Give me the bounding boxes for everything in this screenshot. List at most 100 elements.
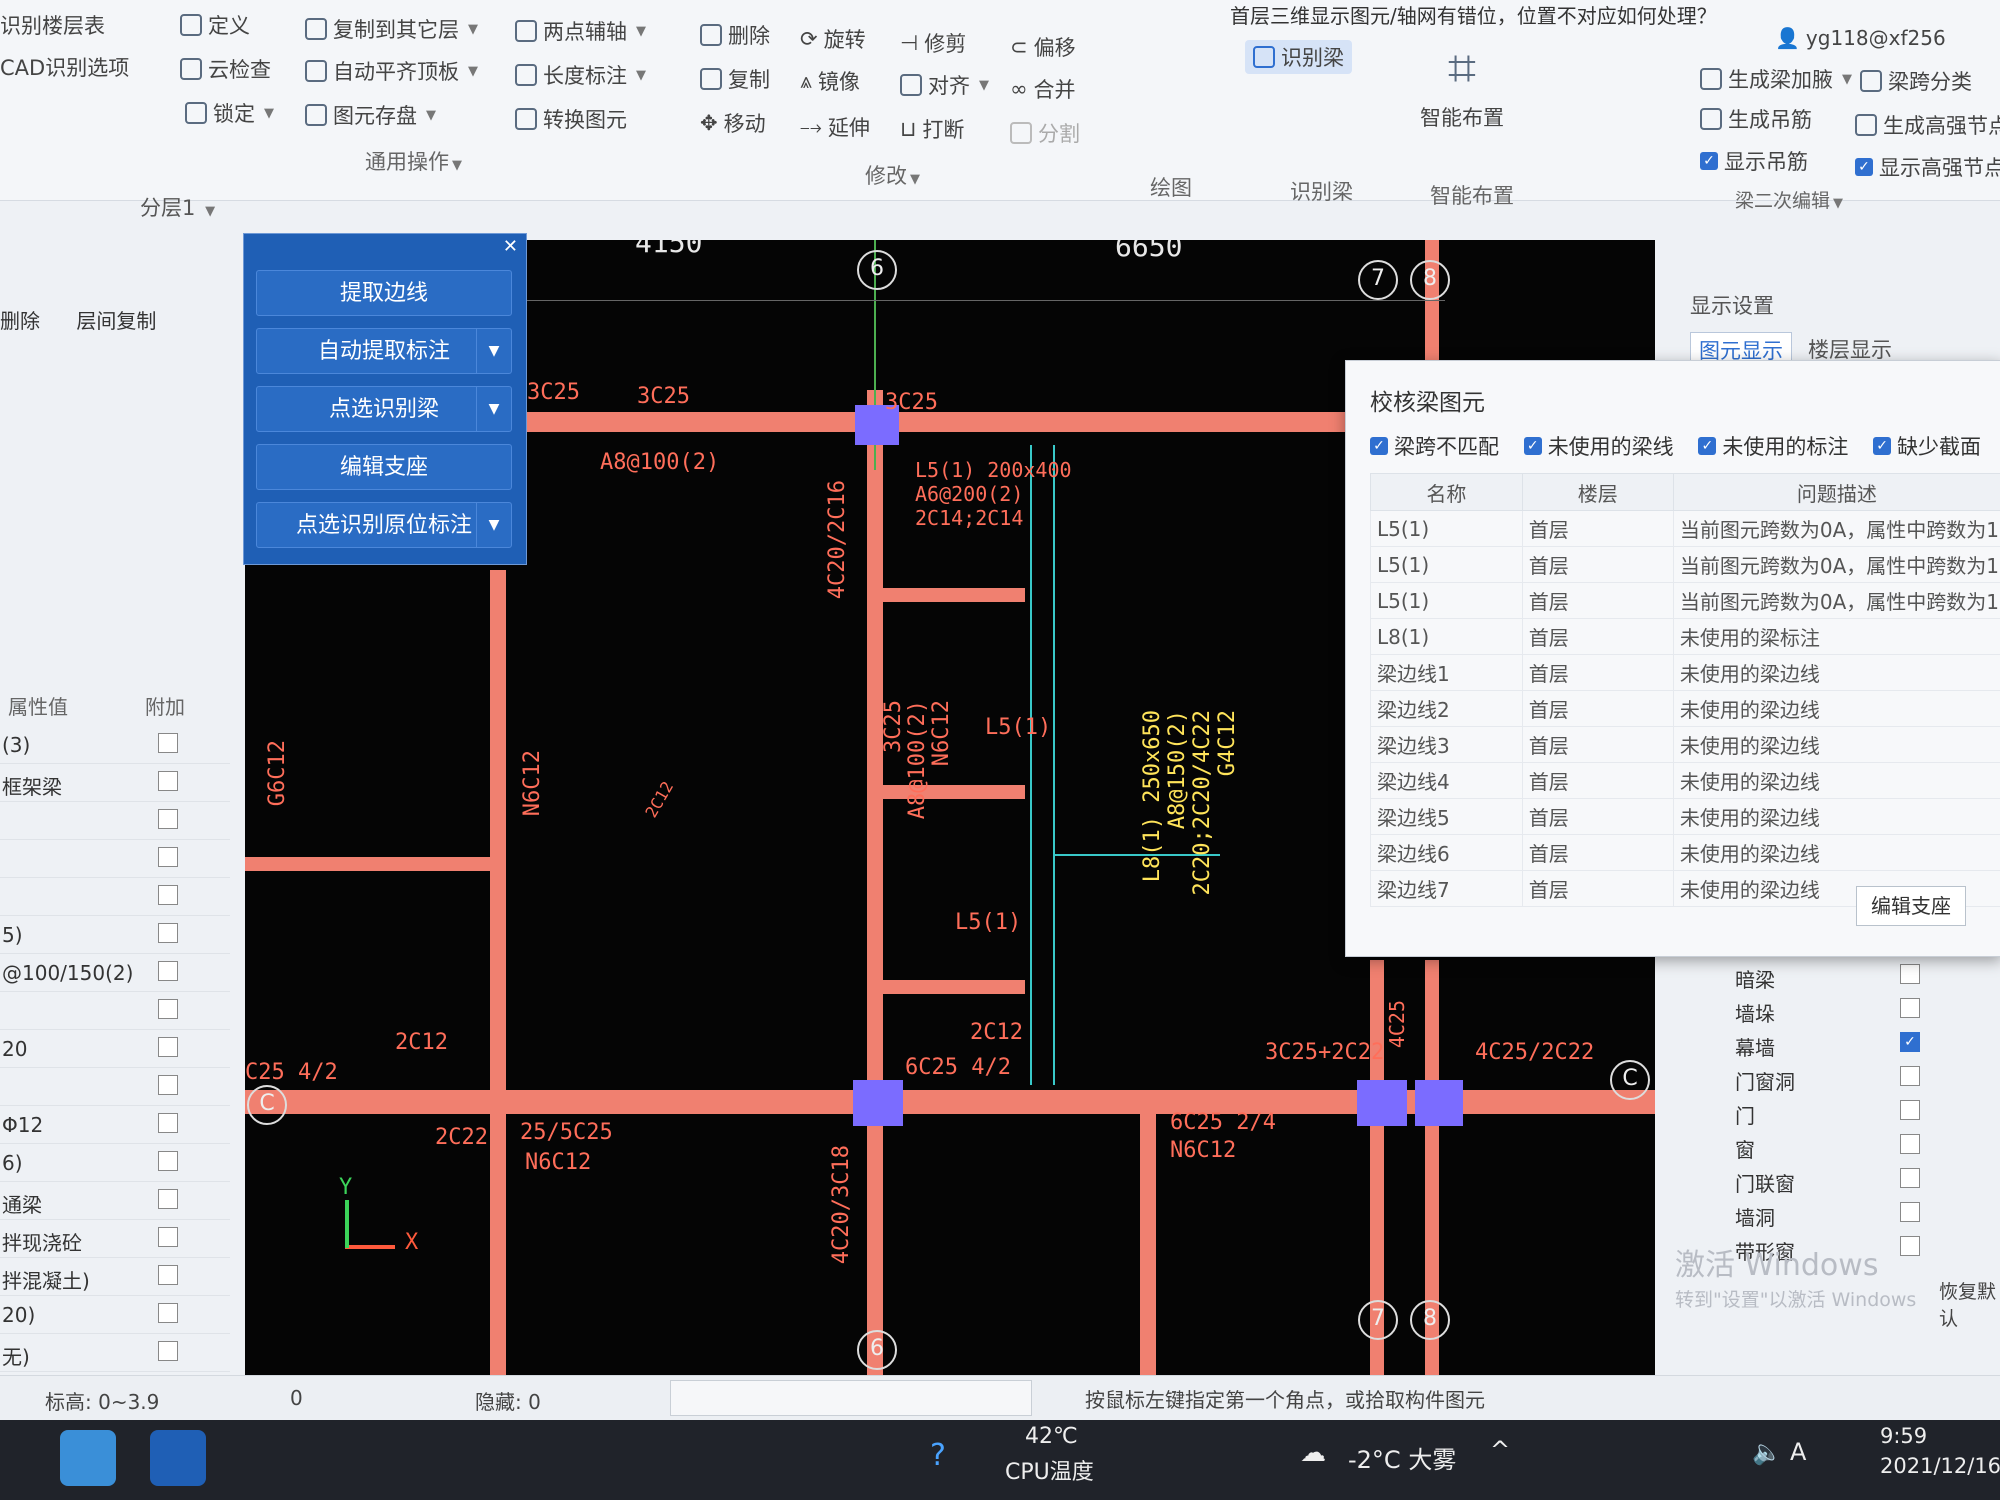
beam-annotation[interactable]: N6C12: [525, 1150, 591, 1175]
extra-checkbox[interactable]: [158, 1303, 178, 1323]
extend-button[interactable]: ⤍ 延伸: [800, 112, 870, 142]
extra-checkbox[interactable]: [158, 1227, 178, 1247]
beam-annotation[interactable]: 4C25: [1385, 1000, 1409, 1048]
lock-button[interactable]: 锁定 ▼: [185, 98, 274, 128]
prop-row[interactable]: Φ12: [0, 1105, 230, 1144]
column-7c[interactable]: [1357, 1080, 1407, 1126]
show-hs-node-toggle[interactable]: ✓ 显示高强节点: [1855, 152, 2000, 182]
l8-annotation-line1[interactable]: L8(1) 250x650: [1140, 710, 1165, 882]
extract-edge-button[interactable]: 提取边线: [256, 270, 512, 316]
chevron-down-icon[interactable]: ▼: [476, 387, 511, 431]
group-beam-secondary-edit[interactable]: 梁二次编辑 ▼: [1735, 186, 1843, 213]
extra-checkbox[interactable]: [158, 961, 178, 981]
volume-icon[interactable]: 🔈: [1752, 1438, 1782, 1466]
beam-l5-2[interactable]: [875, 785, 1025, 799]
copy-between-floors-button[interactable]: 层间复制: [76, 309, 156, 333]
display-row[interactable]: 窗: [1660, 1130, 2000, 1164]
beam-annotation[interactable]: 2C14;2C14: [915, 506, 1023, 530]
length-dimension-button[interactable]: 长度标注 ▼: [515, 60, 646, 90]
prop-row[interactable]: 20): [0, 1295, 230, 1334]
layer-select[interactable]: 分层1 ▼: [140, 192, 215, 222]
beam-annotation[interactable]: 4C25/2C22: [1475, 1040, 1594, 1065]
column-6c[interactable]: [853, 1080, 903, 1126]
beam-annotation[interactable]: L5(1): [955, 910, 1021, 935]
checkbox-icon[interactable]: [1900, 1134, 1920, 1154]
extra-checkbox[interactable]: [158, 1037, 178, 1057]
option-unused-annotation[interactable]: ✓ 未使用的标注: [1698, 431, 1848, 461]
close-icon[interactable]: ✕: [503, 236, 518, 257]
beam-annotation[interactable]: 4C20/3C18: [829, 1145, 854, 1264]
beam-annotation[interactable]: 4C20/2C16: [825, 480, 850, 599]
beam-annotation[interactable]: 2C12: [641, 778, 677, 821]
option-unused-beam-line[interactable]: ✓ 未使用的梁线: [1523, 431, 1674, 461]
table-row[interactable]: 梁边线1 首层 未使用的梁边线: [1370, 654, 2000, 691]
column-header-description[interactable]: 问题描述: [1672, 473, 2000, 511]
extra-checkbox[interactable]: [158, 923, 178, 943]
beam-annotation[interactable]: L5(1): [985, 715, 1051, 740]
group-modify[interactable]: 修改 ▼: [865, 160, 920, 190]
identify-floor-table-button[interactable]: 识别楼层表: [0, 10, 105, 40]
beam-annotation[interactable]: A6@200(2): [915, 482, 1023, 506]
checkbox-icon[interactable]: [1900, 1100, 1920, 1120]
option-span-mismatch[interactable]: ✓ 梁跨不匹配: [1370, 431, 1499, 461]
column-8c[interactable]: [1415, 1080, 1463, 1126]
delete-button[interactable]: 删除: [700, 20, 770, 50]
left-delete-button[interactable]: 删除: [0, 309, 40, 333]
prop-row[interactable]: 5): [0, 915, 230, 954]
move-button[interactable]: ✥ 移动: [700, 108, 766, 138]
copy-button[interactable]: 复制: [700, 64, 770, 94]
extra-checkbox[interactable]: [158, 1341, 178, 1361]
user-account[interactable]: 👤 yg118@xf256: [1775, 26, 1946, 50]
align-button[interactable]: 对齐 ▼: [900, 70, 989, 100]
beam-annotation[interactable]: 3C25: [637, 384, 690, 409]
prop-row[interactable]: [0, 839, 230, 878]
beam-annotation[interactable]: G6C12: [265, 740, 290, 806]
prop-row[interactable]: 拌混凝土): [0, 1257, 230, 1296]
extra-checkbox[interactable]: [158, 847, 178, 867]
split-button[interactable]: 分割: [1010, 118, 1080, 148]
app-glodon-icon[interactable]: [150, 1430, 206, 1486]
prop-row[interactable]: 20: [0, 1029, 230, 1068]
display-row[interactable]: 墙垛: [1660, 994, 2000, 1028]
prop-row[interactable]: [0, 1067, 230, 1106]
beam-annotation[interactable]: C25 4/2: [245, 1060, 338, 1085]
convert-element-button[interactable]: 转换图元: [515, 104, 627, 134]
checkbox-icon[interactable]: [1900, 964, 1920, 984]
app-t-icon[interactable]: [60, 1430, 116, 1486]
chevron-up-icon[interactable]: ^: [1490, 1436, 1510, 1464]
rotate-button[interactable]: ⟳ 旋转: [800, 24, 866, 54]
beam-annotation[interactable]: 3C25: [527, 380, 580, 405]
checkbox-icon[interactable]: [1900, 1202, 1920, 1222]
group-general-ops[interactable]: 通用操作 ▼: [365, 146, 462, 176]
help-icon[interactable]: ?: [930, 1438, 946, 1473]
extra-checkbox[interactable]: [158, 885, 178, 905]
checkbox-icon[interactable]: [1900, 998, 1920, 1018]
prop-row[interactable]: [0, 801, 230, 840]
table-row[interactable]: 梁边线6 首层 未使用的梁边线: [1370, 834, 2000, 871]
save-element-button[interactable]: 图元存盘 ▼: [305, 100, 436, 130]
chevron-down-icon[interactable]: ▼: [476, 503, 511, 547]
trim-button[interactable]: ⊣ 修剪: [900, 28, 966, 58]
ime-indicator[interactable]: A: [1790, 1438, 1806, 1466]
display-row[interactable]: 幕墙 ✓: [1660, 1028, 2000, 1062]
beam-l5-1[interactable]: [875, 588, 1025, 602]
edit-support-dialog-button[interactable]: 编辑支座: [1856, 886, 1966, 926]
merge-button[interactable]: ∞ 合并: [1010, 74, 1076, 104]
display-row[interactable]: 墙洞: [1660, 1198, 2000, 1232]
beam-annotation[interactable]: 3C25: [881, 700, 906, 753]
edit-support-button[interactable]: 编辑支座: [256, 444, 512, 490]
copy-to-other-floor-button[interactable]: 复制到其它层 ▼: [305, 14, 478, 44]
beam-left-vertical[interactable]: [490, 570, 506, 1375]
beam-annotation[interactable]: N6C12: [1170, 1138, 1236, 1163]
table-row[interactable]: L5(1) 首层 当前图元跨数为0A，属性中跨数为1: [1370, 582, 2000, 619]
table-row[interactable]: 梁边线5 首层 未使用的梁边线: [1370, 798, 2000, 835]
l8-annotation-line3[interactable]: 2C20;2C20/4C22: [1190, 710, 1215, 895]
checkbox-icon[interactable]: [1900, 1066, 1920, 1086]
generate-haunch-button[interactable]: 生成梁加腋 ▼: [1700, 64, 1852, 94]
beam-annotation[interactable]: 2C12: [970, 1020, 1023, 1045]
auto-extract-annotation-button[interactable]: 自动提取标注 ▼: [256, 328, 512, 374]
beam-annotation[interactable]: 2C22: [435, 1125, 488, 1150]
display-row[interactable]: 门窗洞: [1660, 1062, 2000, 1096]
beam-annotation[interactable]: 2C12: [395, 1030, 448, 1055]
beam-annotation[interactable]: 3C25: [885, 390, 938, 415]
